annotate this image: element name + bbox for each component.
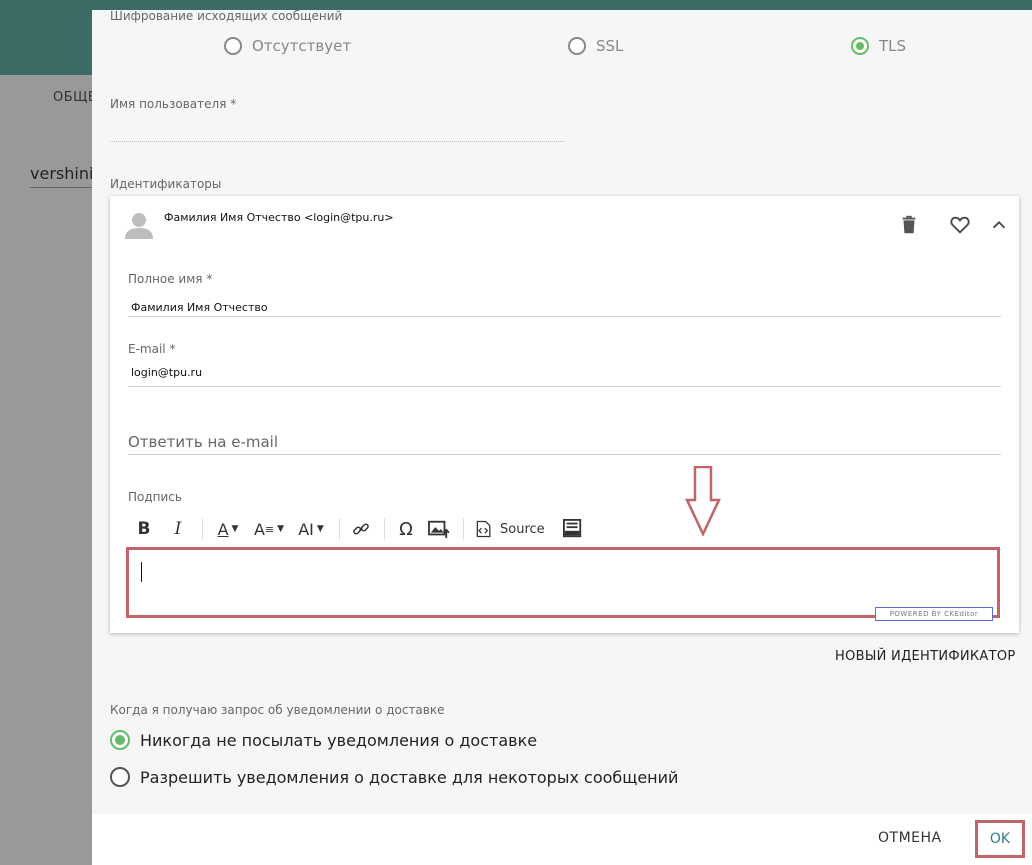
chevron-down-icon: ▼	[231, 524, 239, 534]
reply-to-input[interactable]: Ответить на e-mail	[128, 433, 278, 451]
avatar-icon	[125, 213, 153, 239]
source-button[interactable]: Source	[470, 515, 549, 543]
chevron-down-icon: ▼	[316, 524, 324, 534]
new-identity-button[interactable]: НОВЫЙ ИДЕНТИФИКАТОР	[835, 649, 1016, 664]
email-label-text: E-mail	[128, 342, 166, 356]
ok-button[interactable]: OK	[975, 820, 1025, 858]
font-size-icon: A	[253, 519, 265, 539]
radio-receipts-never[interactable]: Никогда не посылать уведомления о достав…	[110, 730, 537, 750]
link-icon	[353, 523, 369, 535]
italic-button[interactable]: I	[162, 515, 194, 543]
email-label: E-mail *	[128, 342, 175, 356]
radio-circle[interactable]	[568, 37, 586, 55]
required-mark: *	[230, 97, 237, 111]
receipts-label: Когда я получаю запрос об уведомлении о …	[110, 703, 445, 717]
source-icon	[476, 520, 491, 538]
radio-label: Никогда не посылать уведомления о достав…	[140, 730, 538, 750]
background-username: vershinir	[30, 164, 100, 183]
chevron-up-icon[interactable]	[988, 214, 1010, 236]
toolbar-separator	[339, 518, 340, 540]
chevron-down-icon: ▼	[277, 524, 285, 534]
tab-general[interactable]: ОБЩЕ	[53, 90, 97, 105]
text-cursor	[141, 562, 142, 582]
radio-label: SSL	[596, 37, 624, 55]
radio-circle-checked[interactable]	[851, 37, 869, 55]
account-settings-dialog: Шифрование исходящих сообщений Отсутству…	[92, 0, 1032, 865]
required-mark: *	[169, 342, 176, 356]
username-underline	[110, 141, 565, 142]
toolbar-separator	[202, 518, 203, 540]
radio-encryption-tls[interactable]: TLS	[851, 37, 906, 55]
username-label: Имя пользователя *	[110, 97, 236, 111]
toolbar-separator	[384, 518, 385, 540]
font-size-lines-icon: ≡	[264, 522, 275, 536]
html-embed-icon	[562, 519, 581, 538]
source-label: Source	[500, 521, 545, 537]
html-embed-button[interactable]	[557, 515, 589, 543]
trash-icon[interactable]	[898, 214, 920, 236]
required-mark: *	[206, 272, 213, 286]
signature-label: Подпись	[128, 490, 182, 504]
font-size-dropdown[interactable]: A ≡ ▼	[249, 515, 289, 543]
identity-title: Фамилия Имя Отчество <login@tpu.ru>	[164, 211, 394, 224]
toolbar-separator	[463, 518, 464, 540]
identities-label: Идентификаторы	[110, 177, 222, 191]
username-label-text: Имя пользователя	[110, 97, 227, 111]
down-arrow-annotation	[685, 466, 721, 536]
email-input[interactable]: login@tpu.ru	[131, 366, 202, 379]
radio-label: Разрешить уведомления о доставке для нек…	[140, 767, 679, 787]
encryption-label: Шифрование исходящих сообщений	[110, 9, 343, 23]
dialog-footer: ОТМЕНА OK	[92, 814, 1032, 865]
radio-receipts-some[interactable]: Разрешить уведомления о доставке для нек…	[110, 767, 678, 787]
font-color-icon: A	[217, 519, 229, 539]
full-name-label: Полное имя *	[128, 272, 212, 286]
heart-icon[interactable]	[949, 214, 971, 236]
radio-encryption-ssl[interactable]: SSL	[568, 37, 623, 55]
radio-circle-checked[interactable]	[110, 730, 130, 750]
cancel-button[interactable]: ОТМЕНА	[878, 830, 942, 846]
editor-toolbar: B I A ▼ A ≡ ▼ AI ▼ Ω Source	[128, 512, 1000, 546]
radio-label: Отсутствует	[252, 37, 352, 55]
radio-circle[interactable]	[110, 767, 130, 787]
username-input[interactable]	[110, 115, 565, 141]
radio-encryption-none[interactable]: Отсутствует	[224, 37, 351, 55]
link-button[interactable]	[346, 515, 376, 543]
radio-label: TLS	[879, 37, 907, 55]
identity-card: Фамилия Имя Отчество <login@tpu.ru> Полн…	[110, 196, 1019, 633]
background-username-underline	[30, 187, 92, 188]
full-name-label-text: Полное имя	[128, 272, 203, 286]
insert-image-button[interactable]	[423, 515, 455, 543]
bold-button[interactable]: B	[128, 515, 160, 543]
email-underline	[128, 386, 1001, 387]
reply-to-underline	[128, 454, 1001, 455]
full-name-input[interactable]: Фамилия Имя Отчество	[131, 301, 268, 314]
special-char-button[interactable]: Ω	[391, 515, 421, 543]
full-name-underline	[128, 316, 1001, 317]
font-color-dropdown[interactable]: A ▼	[209, 515, 247, 543]
radio-circle[interactable]	[224, 37, 242, 55]
font-family-icon: AI	[298, 519, 314, 539]
ckeditor-badge[interactable]: POWERED BY CKEditor	[875, 607, 993, 621]
image-upload-icon	[428, 520, 450, 539]
signature-editor[interactable]: POWERED BY CKEditor	[126, 547, 1000, 621]
font-family-dropdown[interactable]: AI ▼	[291, 515, 331, 543]
